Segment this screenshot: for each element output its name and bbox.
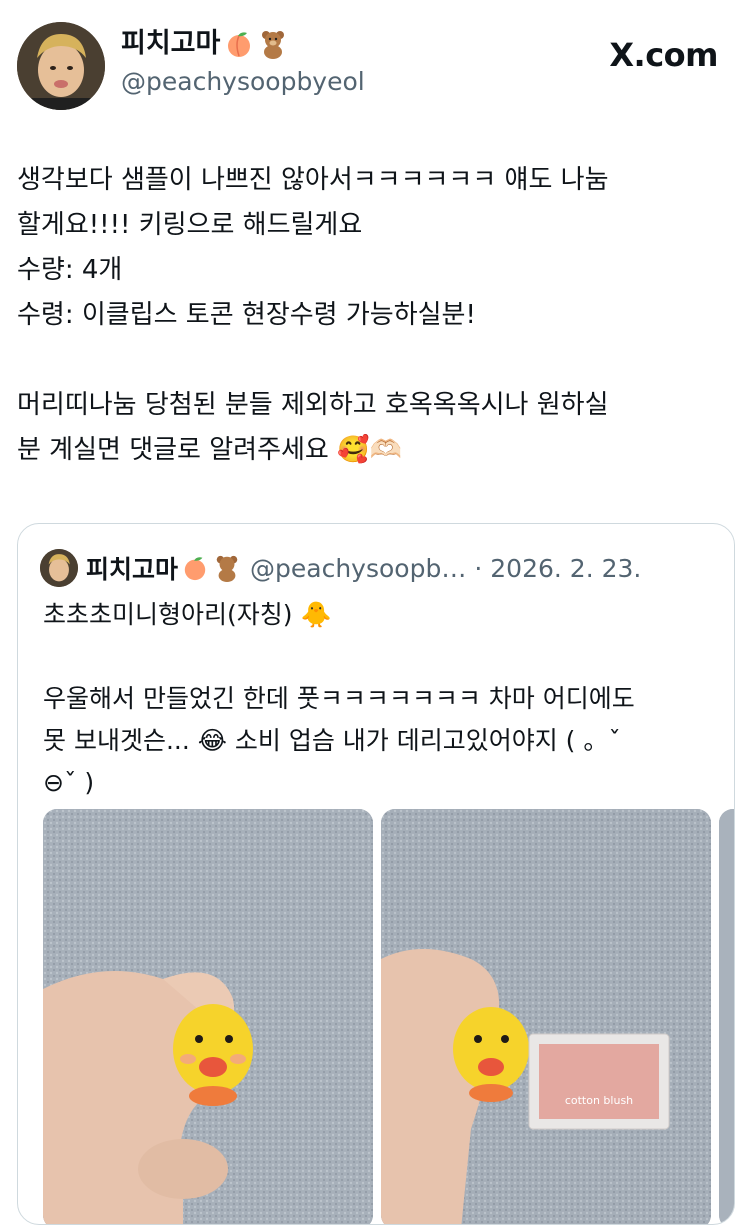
compact-label: cotton blush — [565, 1094, 633, 1107]
peach-icon — [224, 29, 254, 59]
quoted-tweet-date[interactable]: 2026. 2. 23. — [490, 554, 641, 583]
author-names: 피치고마 @peachysoopbyeol — [121, 26, 365, 100]
peach-icon — [180, 553, 210, 583]
tweet-header: 피치고마 @peachysoopbyeol X.com — [0, 0, 752, 130]
quoted-author-avatar — [40, 549, 78, 587]
quoted-author-handle: @peachysoopb… — [250, 553, 467, 583]
author-display-name: 피치고마 — [121, 28, 221, 59]
separator-dot: · — [474, 553, 483, 583]
photo-chick-with-blush[interactable]: cotton blush — [381, 809, 711, 1224]
teddy-bear-icon — [212, 553, 242, 583]
photo-third-partial[interactable] — [719, 809, 734, 1224]
x-logo[interactable]: X.com — [609, 36, 718, 74]
quoted-tweet-header: 피치고마 @peachysoopb… · 2026. 2. 23. — [40, 548, 641, 588]
photo-chick-in-hand[interactable] — [43, 809, 373, 1224]
author-display-name-row[interactable]: 피치고마 — [121, 26, 365, 62]
author-handle[interactable]: @peachysoopbyeol — [121, 64, 365, 100]
site-name: X.com — [609, 36, 718, 74]
quoted-author-display-name: 피치고마 — [86, 555, 179, 584]
quoted-tweet[interactable]: 피치고마 @peachysoopb… · 2026. 2. 23. 초초초미니형… — [17, 523, 735, 1225]
quoted-tweet-text: 초초초미니형아리(자칭) 🐥 우울해서 만들었긴 한데 풋ㅋㅋㅋㅋㅋㅋㅋ 차마 … — [43, 600, 635, 797]
tweet-text: 생각보다 샘플이 나쁘진 않아서ㅋㅋㅋㅋㅋㅋ 얘도 나눔 할게요!!!! 키링으… — [17, 165, 609, 465]
teddy-bear-icon — [258, 29, 288, 59]
cosmetic-compact: cotton blush — [528, 1033, 670, 1130]
quoted-author-name-row: 피치고마 — [86, 550, 242, 586]
author-avatar[interactable] — [17, 22, 105, 110]
